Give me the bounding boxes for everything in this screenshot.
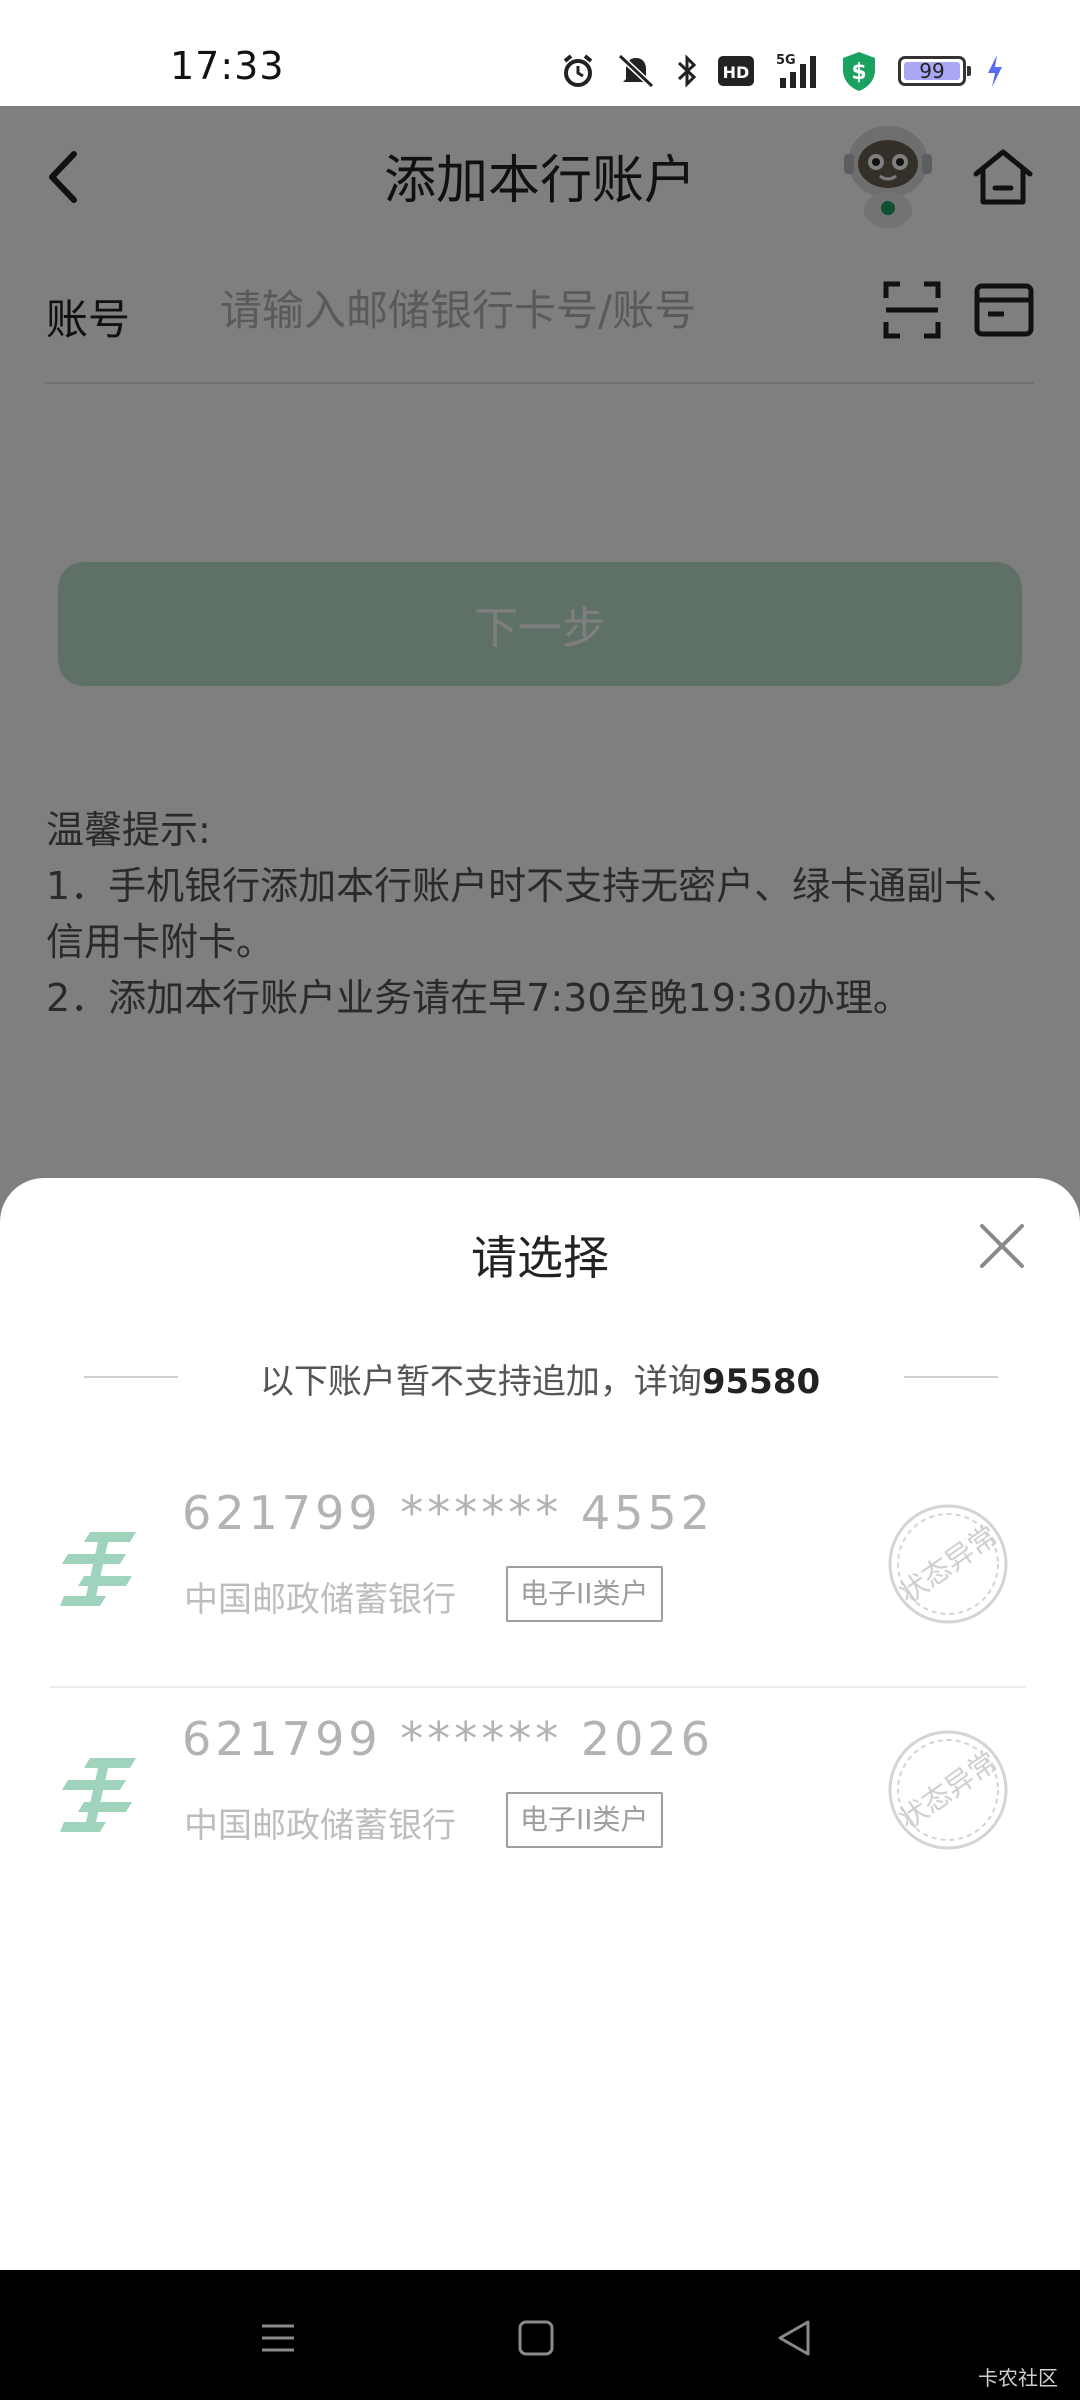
hotline-number: 95580 [701, 1362, 821, 1402]
svg-text:5G: 5G [776, 53, 796, 68]
hd-icon: HD [718, 56, 754, 86]
account-select-sheet: 请选择 以下账户暂不支持追加，详询95580 621799 ****** 455… [0, 1178, 1080, 2270]
account-type-badge: 电子II类户 [506, 1792, 663, 1848]
notice-text: 以下账户暂不支持追加，详询95580 [259, 1362, 821, 1402]
alarm-icon [563, 54, 593, 87]
status-stamp: 状态异常 [888, 1504, 1008, 1624]
status-icons: HD 5G $ 99 [560, 48, 1004, 94]
sheet-title: 请选择 [471, 1231, 609, 1285]
signal-icon: 5G [776, 53, 816, 88]
status-time: 17:33 [170, 44, 285, 88]
back-nav-icon[interactable] [764, 2308, 824, 2368]
close-icon[interactable] [976, 1220, 1028, 1272]
account-number: 621799 ****** 4552 [182, 1486, 714, 1540]
charging-icon [988, 55, 1002, 87]
divider [904, 1376, 998, 1378]
shield-icon: $ [843, 52, 875, 91]
battery-icon: 99 [898, 56, 971, 86]
account-number: 621799 ****** 2026 [182, 1712, 714, 1766]
system-nav-bar: 卡农社区 [0, 2270, 1080, 2400]
account-type-badge: 电子II类户 [506, 1566, 663, 1622]
status-bar: 17:33 HD 5G $ 99 [0, 0, 1080, 106]
home-nav-icon[interactable] [506, 2308, 566, 2368]
psbc-logo-icon [60, 1532, 136, 1606]
mute-icon [617, 53, 655, 89]
psbc-logo-icon [60, 1758, 136, 1832]
menu-icon[interactable] [248, 2308, 308, 2368]
svg-text:$: $ [851, 60, 866, 85]
watermark: 卡农社区 [978, 2366, 1058, 2390]
bank-name: 中国邮政储蓄银行 [184, 1806, 456, 1846]
account-item: 621799 ****** 4552 中国邮政储蓄银行 电子II类户 状态异常 [50, 1464, 1026, 1688]
status-stamp: 状态异常 [888, 1730, 1008, 1850]
bank-name: 中国邮政储蓄银行 [184, 1580, 456, 1620]
battery-level: 99 [904, 59, 960, 83]
account-item: 621799 ****** 2026 中国邮政储蓄银行 电子II类户 状态异常 [50, 1690, 1026, 1914]
unsupported-notice: 以下账户暂不支持追加，详询95580 [0, 1346, 1080, 1406]
svg-text:HD: HD [723, 63, 750, 82]
bluetooth-icon [677, 54, 697, 88]
